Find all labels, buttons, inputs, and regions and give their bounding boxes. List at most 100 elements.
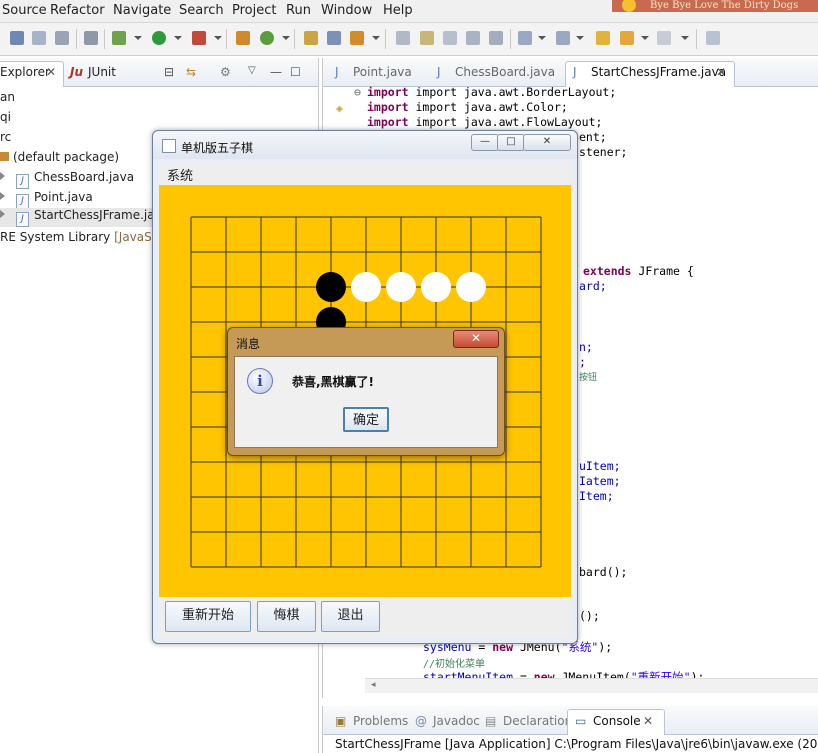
chevron-right-icon[interactable] — [0, 172, 5, 180]
chevron-down-icon[interactable] — [282, 36, 290, 40]
view-menu-chevron-icon[interactable]: ▽ — [248, 65, 256, 76]
skip-breakpoints-icon[interactable] — [84, 31, 98, 45]
tab-declaration[interactable]: Declaration — [503, 714, 572, 728]
new-class-icon[interactable] — [260, 31, 274, 45]
tree-item-jre-library[interactable]: RE System Library [JavaSE- — [0, 230, 164, 244]
gomoku-title-bar[interactable]: 单机版五子棋 — □ ✕ — [153, 131, 577, 159]
tree-item-project-qi[interactable]: qi — [0, 110, 11, 124]
print-icon[interactable] — [55, 31, 69, 45]
fold-icon[interactable]: ⊖ — [354, 85, 361, 99]
toolbar-separator — [385, 29, 386, 49]
horizontal-scrollbar[interactable]: ◂ — [365, 678, 818, 693]
open-task-icon[interactable] — [327, 31, 341, 45]
open-type-icon[interactable] — [304, 31, 318, 45]
tab-startchessjframe-java[interactable]: StartChessJFrame.java — [591, 65, 726, 79]
chevron-down-icon[interactable] — [641, 36, 649, 40]
exit-button[interactable]: 退出 — [321, 601, 380, 632]
menu-source[interactable]: Source — [2, 3, 47, 18]
message-dialog: 消息 ✕ i 恭喜,黑棋赢了! 确定 — [227, 327, 505, 456]
next-annotation-icon[interactable] — [518, 31, 532, 45]
new-java-project-icon[interactable] — [236, 31, 250, 45]
view-menu-icon[interactable]: ⚙ — [220, 65, 231, 79]
tree-item-src[interactable]: rc — [0, 130, 11, 144]
code-line: startMenuItem = new JMenuItem("重新开始"); — [423, 670, 705, 678]
gomoku-title: 单机版五子棋 — [181, 141, 254, 155]
minimize-icon[interactable]: — — [270, 65, 282, 79]
menu-window[interactable]: Window — [321, 3, 372, 18]
chevron-down-icon[interactable] — [538, 36, 546, 40]
dialog-close-button[interactable]: ✕ — [453, 330, 499, 348]
last-edit-location-icon[interactable] — [596, 31, 610, 45]
save-all-icon[interactable] — [32, 31, 46, 45]
chevron-down-icon[interactable] — [681, 36, 689, 40]
link-with-editor-icon[interactable]: ⇆ — [186, 65, 196, 79]
ok-button[interactable]: 确定 — [343, 407, 389, 432]
debug-icon[interactable] — [112, 31, 126, 45]
tab-chessboard-java[interactable]: ChessBoard.java — [455, 65, 555, 79]
dialog-message: 恭喜,黑棋赢了! — [292, 375, 375, 389]
problems-icon: ▣ — [335, 714, 347, 728]
forward-icon[interactable] — [657, 31, 671, 45]
close-icon[interactable]: ✕ — [716, 65, 726, 79]
package-icon — [0, 152, 9, 161]
menu-refactor[interactable]: Refactor — [50, 3, 105, 18]
tree-item-project-an[interactable]: an — [0, 90, 15, 104]
tab-javadoc[interactable]: Javadoc — [433, 714, 480, 728]
menu-project[interactable]: Project — [232, 3, 276, 18]
chevron-down-icon[interactable] — [174, 36, 182, 40]
chevron-down-icon[interactable] — [134, 36, 142, 40]
close-icon[interactable]: ✕ — [643, 714, 653, 728]
menu-run[interactable]: Run — [286, 3, 311, 18]
minimize-button[interactable]: — — [471, 134, 499, 151]
toolbar-separator — [510, 29, 511, 49]
window-title-text: Bye Bye Love The Dirty Dogs — [650, 0, 799, 11]
chevron-down-icon[interactable] — [576, 36, 584, 40]
back-icon[interactable] — [620, 31, 634, 45]
restart-button[interactable]: 重新开始 — [165, 601, 251, 632]
tab-console[interactable]: Console — [593, 714, 641, 728]
toggle-mark-icon[interactable] — [396, 31, 410, 45]
maximize-button[interactable]: □ — [497, 134, 525, 151]
menu-search[interactable]: Search — [179, 3, 224, 18]
undo-button[interactable]: 悔棋 — [257, 601, 316, 632]
scroll-left-icon[interactable]: ◂ — [371, 680, 376, 690]
pin-editor-icon[interactable] — [706, 31, 720, 45]
tree-item-chessboard[interactable]: J ChessBoard.java — [0, 170, 134, 189]
maximize-icon[interactable]: ☐ — [290, 65, 301, 79]
previous-annotation-icon[interactable] — [556, 31, 570, 45]
external-tools-icon[interactable] — [192, 31, 206, 45]
tab-problems[interactable]: Problems — [353, 714, 408, 728]
pen-icon[interactable] — [420, 31, 434, 45]
chevron-right-icon[interactable] — [0, 210, 5, 218]
gomoku-menu-bar: 系统 — [159, 161, 571, 186]
java-file-icon: J — [573, 65, 577, 79]
close-icon[interactable]: ✕ — [46, 65, 56, 79]
menu-help[interactable]: Help — [383, 3, 413, 18]
run-icon[interactable] — [152, 31, 166, 45]
chevron-down-icon[interactable] — [372, 36, 380, 40]
toolbar-separator — [104, 29, 105, 49]
menu-navigate[interactable]: Navigate — [113, 3, 171, 18]
toggle-breadcrumb-icon[interactable] — [489, 31, 503, 45]
window-title-fragment: Bye Bye Love The Dirty Dogs — [612, 0, 818, 12]
menu-system[interactable]: 系统 — [167, 165, 193, 184]
collapse-all-icon[interactable]: ⊟ — [164, 65, 174, 79]
close-button[interactable]: ✕ — [523, 134, 571, 151]
save-icon[interactable] — [10, 31, 24, 45]
show-whitespace-icon[interactable] — [466, 31, 480, 45]
editor-tabs: J Point.java J ChessBoard.java J StartCh… — [323, 58, 818, 87]
chevron-right-icon[interactable] — [0, 192, 5, 200]
java-file-icon: J — [16, 212, 29, 227]
chevron-down-icon[interactable] — [214, 36, 222, 40]
tab-junit[interactable]: JUnit — [88, 65, 116, 79]
code-line: import import java.awt.FlowLayout; — [367, 115, 603, 129]
toggle-block-icon[interactable] — [443, 31, 457, 45]
tree-item-point[interactable]: J Point.java — [0, 190, 93, 209]
tab-explorer[interactable]: Explorer — [0, 65, 50, 79]
console-icon: ▭ — [575, 714, 587, 728]
gomoku-button-bar: 重新开始 悔棋 退出 — [159, 597, 571, 637]
tab-point-java[interactable]: Point.java — [353, 65, 412, 79]
search-icon[interactable] — [350, 31, 364, 45]
tree-item-startchessjframe[interactable]: J StartChessJFrame.java — [0, 208, 169, 227]
tree-item-default-package[interactable]: (default package) — [0, 150, 119, 164]
